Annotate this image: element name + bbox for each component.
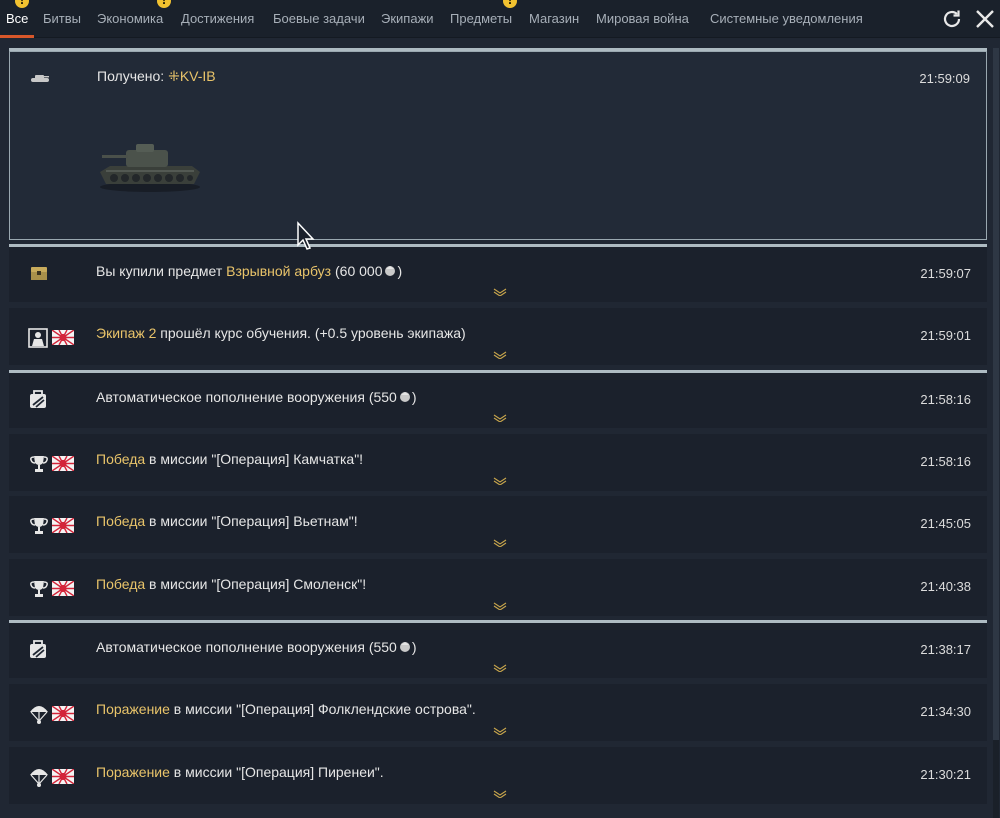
tab-label: Все — [6, 11, 29, 26]
notification-text: Поражение в миссии "[Операция] Пиренеи". — [96, 764, 384, 780]
notification-item[interactable]: Поражение в миссии "[Операция] Пиренеи".… — [9, 747, 987, 804]
parachute-icon — [30, 769, 48, 787]
result-link[interactable]: Победа — [96, 451, 145, 467]
notification-text: Победа в миссии "[Операция] Камчатка"! — [96, 451, 364, 467]
silver-lions-icon — [399, 642, 410, 652]
notification-item[interactable]: Победа в миссии "[Операция] Камчатка"! 2… — [9, 434, 987, 491]
tab-label: Экипажи — [381, 11, 434, 26]
trophy-icon — [30, 581, 48, 597]
crew-link[interactable]: Экипаж 2 — [96, 325, 156, 341]
tab-bar: Все! Битвы Экономика! Достижения Боевые … — [0, 0, 1000, 38]
notification-text: Автоматическое пополнение вооружения (55… — [96, 639, 417, 655]
tab-items[interactable]: Предметы! — [450, 0, 517, 38]
japan-flag-icon — [52, 706, 74, 721]
ammo-bag-icon — [30, 390, 46, 408]
notification-time: 21:30:21 — [920, 767, 971, 782]
mouse-cursor-icon — [297, 221, 315, 250]
alert-icon: ! — [503, 0, 517, 8]
tank-image — [100, 144, 200, 192]
japan-flag-icon — [52, 769, 74, 784]
scrollbar-thumb[interactable] — [993, 48, 999, 740]
notification-text: Победа в миссии "[Операция] Смоленск"! — [96, 576, 367, 592]
tab-label: Мировая война — [596, 11, 689, 26]
notification-item[interactable]: Автоматическое пополнение вооружения (55… — [9, 373, 987, 428]
tab-label: Системные уведомления — [710, 11, 863, 26]
close-button[interactable] — [973, 7, 997, 31]
tab-world-war[interactable]: Мировая война — [596, 0, 689, 38]
notification-text: Автоматическое пополнение вооружения (55… — [96, 389, 417, 405]
result-link[interactable]: Победа — [96, 576, 145, 592]
tab-all[interactable]: Все! — [0, 0, 35, 38]
tab-economy[interactable]: Экономика! — [97, 0, 171, 38]
notification-time: 21:40:38 — [920, 579, 971, 594]
notification-text: Победа в миссии "[Операция] Вьетнам"! — [96, 513, 358, 529]
japan-flag-icon — [52, 330, 74, 345]
japan-flag-icon — [52, 518, 74, 533]
result-link[interactable]: Поражение — [96, 764, 170, 780]
tab-system-notifications[interactable]: Системные уведомления — [710, 0, 863, 38]
japan-flag-icon — [52, 581, 74, 596]
notification-time: 21:34:30 — [920, 704, 971, 719]
alert-icon: ! — [157, 0, 171, 8]
notification-text: Вы купили предмет Взрывной арбуз (60 000… — [96, 263, 403, 279]
chest-icon — [31, 267, 47, 280]
trophy-icon — [30, 518, 48, 534]
chevron-down-icon[interactable] — [493, 288, 507, 296]
tab-battles[interactable]: Битвы — [43, 0, 81, 38]
chevron-down-icon[interactable] — [493, 790, 507, 798]
tab-label: Экономика — [97, 11, 164, 26]
chevron-down-icon[interactable] — [493, 664, 507, 672]
parachute-icon — [30, 706, 48, 724]
notification-item[interactable]: Получено: ⁜KV-IB 21:59:09 — [9, 51, 987, 240]
japan-flag-icon — [52, 456, 74, 471]
tab-label: Магазин — [529, 11, 580, 26]
notification-item[interactable]: Экипаж 2 прошёл курс обучения. (+0.5 уро… — [9, 308, 987, 365]
crew-icon — [28, 328, 48, 348]
notification-item[interactable]: Победа в миссии "[Операция] Вьетнам"! 21… — [9, 496, 987, 553]
refresh-button[interactable] — [940, 7, 964, 31]
tank-icon — [31, 75, 49, 82]
notification-text: Получено: ⁜KV-IB — [97, 68, 216, 84]
result-link[interactable]: Победа — [96, 513, 145, 529]
notification-item[interactable]: Победа в миссии "[Операция] Смоленск"! 2… — [9, 559, 987, 616]
refresh-icon — [943, 10, 961, 28]
tab-crews[interactable]: Экипажи — [381, 0, 434, 38]
notification-time: 21:58:16 — [920, 454, 971, 469]
notification-feed: Получено: ⁜KV-IB 21:59:09 Вы купили пред… — [9, 48, 987, 818]
notification-time: 21:45:05 — [920, 516, 971, 531]
notification-text: Экипаж 2 прошёл курс обучения. (+0.5 уро… — [96, 325, 466, 341]
tab-label: Достижения — [181, 11, 255, 26]
silver-lions-icon — [399, 392, 410, 402]
chevron-down-icon[interactable] — [493, 602, 507, 610]
tab-achievements[interactable]: Достижения — [181, 0, 254, 38]
notification-time: 21:59:07 — [920, 266, 971, 281]
close-icon — [976, 10, 994, 28]
notification-time: 21:59:09 — [919, 71, 970, 86]
tab-shop[interactable]: Магазин — [529, 0, 579, 38]
notification-text: Поражение в миссии "[Операция] Фолклендс… — [96, 701, 476, 717]
chevron-down-icon[interactable] — [493, 351, 507, 359]
chevron-down-icon[interactable] — [493, 414, 507, 422]
notification-time: 21:59:01 — [920, 328, 971, 343]
ammo-bag-icon — [30, 640, 46, 658]
silver-lions-icon — [385, 266, 396, 276]
alert-icon: ! — [15, 0, 29, 8]
notification-item[interactable]: Автоматическое пополнение вооружения (55… — [9, 623, 987, 678]
notification-time: 21:38:17 — [920, 642, 971, 657]
item-link[interactable]: Взрывной арбуз — [226, 263, 331, 279]
tab-battle-tasks[interactable]: Боевые задачи — [273, 0, 365, 38]
notification-time: 21:58:16 — [920, 392, 971, 407]
notification-item[interactable]: Поражение в миссии "[Операция] Фолклендс… — [9, 684, 987, 741]
chevron-down-icon[interactable] — [493, 727, 507, 735]
tab-label: Битвы — [43, 11, 81, 26]
tab-label: Предметы — [450, 11, 513, 26]
notification-item[interactable]: Вы купили предмет Взрывной арбуз (60 000… — [9, 247, 987, 302]
chevron-down-icon[interactable] — [493, 539, 507, 547]
result-link[interactable]: Поражение — [96, 701, 170, 717]
trophy-icon — [30, 456, 48, 472]
tab-label: Боевые задачи — [273, 11, 365, 26]
vehicle-link[interactable]: ⁜KV-IB — [168, 68, 216, 84]
chevron-down-icon[interactable] — [493, 477, 507, 485]
